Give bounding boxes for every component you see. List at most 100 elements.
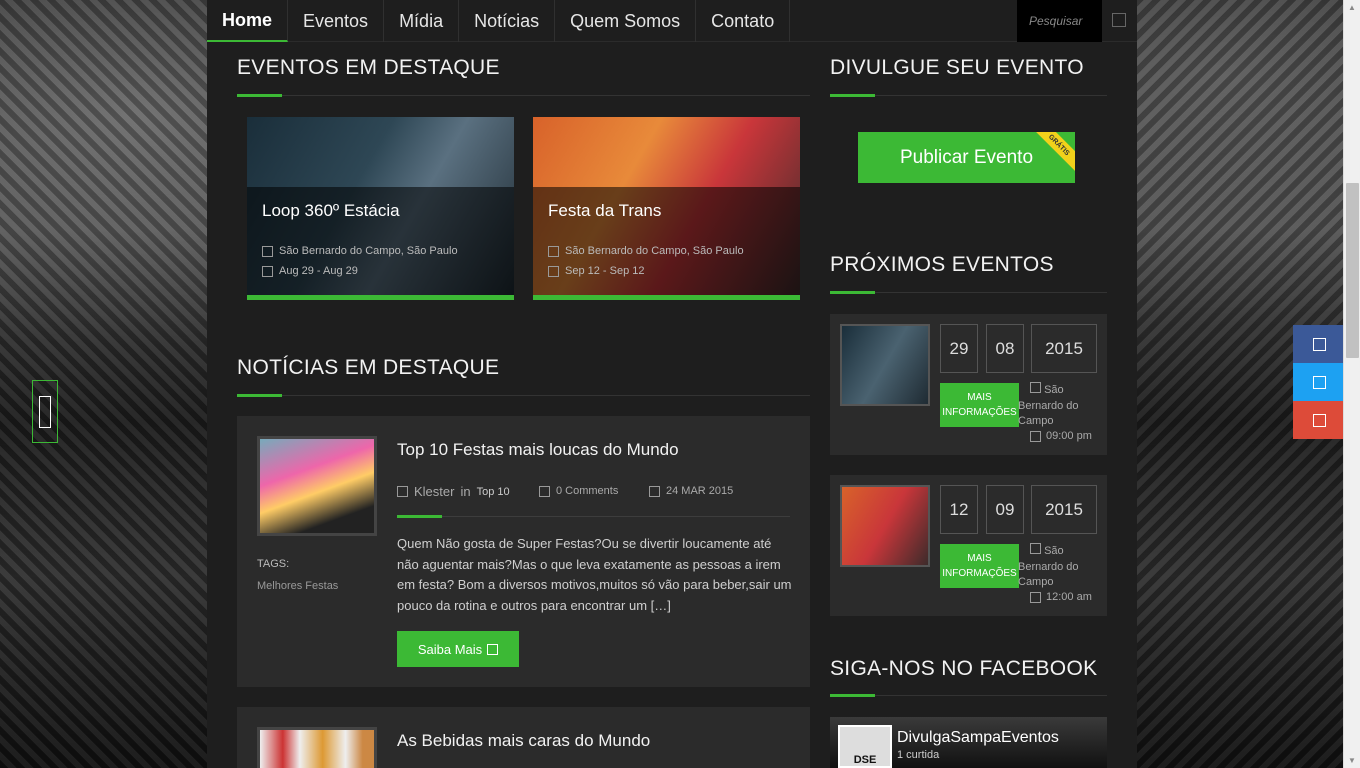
news-comments[interactable]: 0 Comments bbox=[539, 485, 618, 497]
publish-event-button[interactable]: Publicar Evento GRÁTIS bbox=[858, 132, 1075, 183]
event-dates: Sep 12 - Sep 12 bbox=[548, 265, 645, 277]
event-location: São Bernardo do Campo, São Paulo bbox=[548, 245, 744, 257]
share-bar bbox=[1293, 325, 1346, 439]
calendar-icon bbox=[548, 265, 559, 277]
upcoming-time: 12:00 am bbox=[1030, 591, 1092, 603]
floating-widget[interactable] bbox=[32, 380, 58, 443]
news-category[interactable]: Top 10 bbox=[477, 486, 510, 498]
date-day: 29 bbox=[940, 324, 978, 373]
event-location-text: São Bernardo do Campo, São Paulo bbox=[279, 245, 458, 257]
facebook-title: SIGA-NOS NO FACEBOOK bbox=[830, 657, 1098, 680]
arrow-right-icon bbox=[487, 643, 499, 655]
event-dates-text: Aug 29 - Aug 29 bbox=[279, 265, 358, 277]
facebook-page-name[interactable]: DivulgaSampaEventos bbox=[897, 729, 1059, 747]
featured-events-title: EVENTOS EM DESTAQUE bbox=[237, 56, 500, 79]
nav-midia[interactable]: Mídia bbox=[384, 0, 460, 42]
news-thumbnail[interactable] bbox=[257, 727, 377, 768]
main-panel: EVENTOS EM DESTAQUE Loop 360º Estácia Sã… bbox=[207, 42, 1137, 768]
map-marker-icon bbox=[548, 245, 559, 257]
event-location-text: São Bernardo do Campo, São Paulo bbox=[565, 245, 744, 257]
publish-title: DIVULGUE SEU EVENTO bbox=[830, 56, 1084, 79]
user-icon bbox=[397, 486, 408, 497]
upcoming-time-text: 12:00 am bbox=[1046, 591, 1092, 603]
scroll-up-arrow[interactable]: ▲ bbox=[1348, 3, 1357, 12]
publish-button-label: Publicar Evento bbox=[899, 146, 1034, 168]
clock-icon bbox=[1030, 591, 1041, 603]
upcoming-location: São Bernardo do Campo bbox=[1018, 382, 1106, 430]
section-divider bbox=[237, 394, 810, 397]
calendar-icon bbox=[262, 265, 273, 277]
news-comments-text[interactable]: 0 Comments bbox=[556, 485, 618, 497]
nav-contato[interactable]: Contato bbox=[696, 0, 791, 42]
search-icon[interactable] bbox=[1112, 13, 1126, 27]
event-dates: Aug 29 - Aug 29 bbox=[262, 265, 358, 277]
upcoming-location-text: São Bernardo do Campo bbox=[1018, 545, 1079, 588]
search-input[interactable]: Pesquisar bbox=[1017, 0, 1102, 42]
nav-eventos[interactable]: Eventos bbox=[288, 0, 385, 42]
news-card: As Bebidas mais caras do Mundo bbox=[237, 707, 810, 768]
main-menu: Home Eventos Mídia Notícias Quem Somos C… bbox=[207, 0, 1137, 42]
news-date: 24 MAR 2015 bbox=[649, 485, 733, 497]
section-divider bbox=[830, 94, 1107, 97]
news-title[interactable]: As Bebidas mais caras do Mundo bbox=[397, 731, 650, 751]
news-date-text: 24 MAR 2015 bbox=[666, 485, 734, 497]
news-thumbnail[interactable] bbox=[257, 436, 377, 536]
read-more-label: Saiba Mais bbox=[417, 641, 483, 657]
facebook-icon bbox=[1313, 337, 1326, 351]
news-card: Top 10 Festas mais loucas do Mundo Klest… bbox=[237, 416, 810, 687]
section-divider bbox=[830, 694, 1107, 697]
facebook-widget[interactable]: DSE DivulgaSampaEventos 1 curtida bbox=[830, 717, 1107, 768]
calendar-icon bbox=[649, 485, 660, 497]
facebook-page-logo[interactable]: DSE bbox=[838, 725, 892, 768]
date-year: 2015 bbox=[1031, 324, 1097, 373]
event-title[interactable]: Loop 360º Estácia bbox=[262, 201, 400, 221]
upcoming-thumbnail[interactable] bbox=[840, 324, 930, 406]
nav-quem-somos[interactable]: Quem Somos bbox=[555, 0, 697, 42]
free-ribbon: GRÁTIS bbox=[1032, 132, 1075, 172]
read-more-button[interactable]: Saiba Mais bbox=[397, 631, 519, 667]
event-location: São Bernardo do Campo, São Paulo bbox=[262, 245, 458, 257]
news-author: Klester in Top 10 bbox=[397, 484, 510, 499]
map-marker-icon bbox=[1030, 543, 1041, 554]
facebook-likes: 1 curtida bbox=[897, 749, 940, 761]
share-twitter-button[interactable] bbox=[1293, 363, 1346, 401]
scroll-thumb[interactable] bbox=[1346, 183, 1359, 358]
upcoming-thumbnail[interactable] bbox=[840, 485, 930, 567]
news-in-word: in bbox=[460, 484, 471, 499]
event-title[interactable]: Festa da Trans bbox=[548, 201, 661, 221]
google-plus-icon bbox=[1313, 413, 1326, 427]
date-month: 08 bbox=[986, 324, 1024, 373]
share-facebook-button[interactable] bbox=[1293, 325, 1346, 363]
upcoming-location-text: São Bernardo do Campo bbox=[1018, 384, 1079, 427]
news-title[interactable]: Top 10 Festas mais loucas do Mundo bbox=[397, 440, 679, 460]
date-year: 2015 bbox=[1031, 485, 1097, 534]
upcoming-time-text: 09:00 pm bbox=[1046, 430, 1092, 442]
news-author-name: Klester bbox=[414, 484, 455, 499]
nav-noticias[interactable]: Notícias bbox=[459, 0, 556, 42]
news-divider bbox=[397, 515, 790, 518]
comment-icon bbox=[539, 485, 550, 497]
tag-link[interactable]: Melhores Festas bbox=[257, 580, 338, 592]
top-navigation: Home Eventos Mídia Notícias Quem Somos C… bbox=[207, 0, 1137, 42]
upcoming-event: 29 08 2015 MAIS INFORMAÇÕES São Bernardo… bbox=[830, 314, 1107, 455]
date-day: 12 bbox=[940, 485, 978, 534]
scrollbar[interactable]: ▲ ▼ bbox=[1343, 0, 1360, 768]
section-divider bbox=[830, 291, 1107, 294]
upcoming-title: PRÓXIMOS EVENTOS bbox=[830, 253, 1054, 276]
scroll-down-arrow[interactable]: ▼ bbox=[1348, 756, 1357, 765]
nav-home[interactable]: Home bbox=[207, 0, 289, 42]
upcoming-location: São Bernardo do Campo bbox=[1018, 543, 1106, 591]
news-excerpt: Quem Não gosta de Super Festas?Ou se div… bbox=[397, 536, 792, 613]
clock-icon bbox=[1030, 430, 1041, 442]
featured-news-title: NOTÍCIAS EM DESTAQUE bbox=[237, 356, 500, 379]
twitter-icon bbox=[1313, 375, 1326, 389]
more-info-button[interactable]: MAIS INFORMAÇÕES bbox=[940, 544, 1019, 588]
map-marker-icon bbox=[262, 245, 273, 257]
share-google-button[interactable] bbox=[1293, 401, 1346, 439]
event-card[interactable]: Loop 360º Estácia São Bernardo do Campo,… bbox=[247, 117, 514, 300]
upcoming-time: 09:00 pm bbox=[1030, 430, 1092, 442]
tags-label: TAGS: bbox=[257, 558, 290, 570]
event-card[interactable]: Festa da Trans São Bernardo do Campo, Sã… bbox=[533, 117, 800, 300]
more-info-button[interactable]: MAIS INFORMAÇÕES bbox=[940, 383, 1019, 427]
widget-icon bbox=[39, 395, 51, 428]
